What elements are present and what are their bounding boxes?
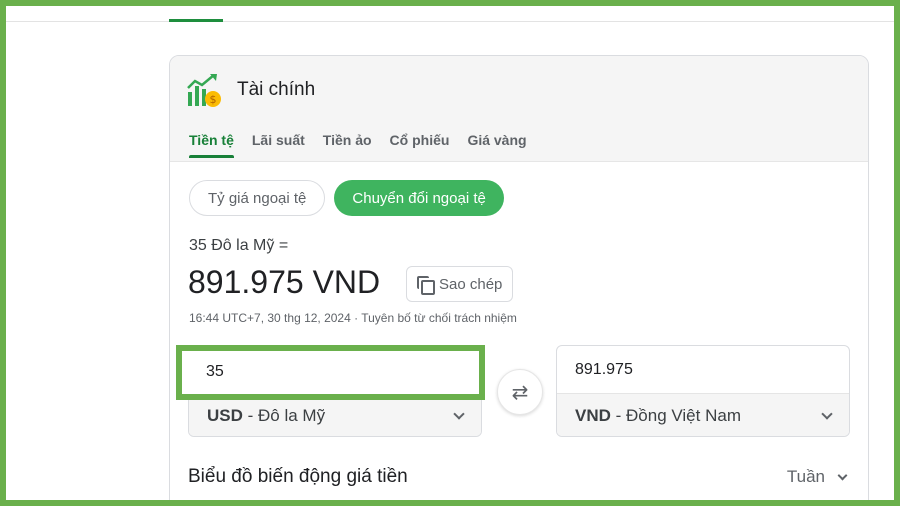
to-currency-box: 891.975 VND - Đồng Việt Nam (556, 345, 850, 437)
tab-currency[interactable]: Tiền tệ (189, 132, 234, 158)
tab-stocks[interactable]: Cổ phiếu (390, 132, 450, 158)
to-currency-select[interactable]: VND - Đồng Việt Nam (557, 394, 849, 436)
from-currency-code: USD (207, 406, 243, 425)
to-currency-code: VND (575, 406, 611, 425)
chevron-down-icon (837, 470, 848, 480)
exchange-rate-chip[interactable]: Tỷ giá ngoại tệ (189, 180, 326, 216)
swap-currencies-button[interactable]: ⇄ (497, 369, 543, 415)
from-currency-select[interactable]: USD - Đô la Mỹ (189, 394, 481, 436)
from-amount-value: 35 (206, 363, 224, 380)
from-amount-input[interactable]: 35 (176, 345, 485, 400)
tab-gold-price[interactable]: Giá vàng (467, 132, 526, 158)
finance-tabs: Tiền tệ Lãi suất Tiền ảo Cổ phiếu Giá và… (189, 132, 527, 158)
finance-chart-icon: $ (187, 74, 221, 107)
to-currency-text: VND - Đồng Việt Nam (575, 406, 741, 426)
top-tab-strip (6, 6, 894, 22)
rate-timestamp: 16:44 UTC+7, 30 thg 12, 2024 · Tuyên bố … (189, 311, 517, 325)
tab-interest-rate[interactable]: Lãi suất (252, 132, 305, 158)
conversion-result: 891.975 VND (188, 264, 381, 300)
conversion-label: 35 Đô la Mỹ = (189, 237, 289, 254)
copy-button[interactable]: Sao chép (406, 266, 514, 302)
to-currency-name: - Đồng Việt Nam (610, 406, 741, 425)
chevron-down-icon (821, 408, 833, 420)
swap-icon: ⇄ (511, 381, 529, 404)
mode-chips: Tỷ giá ngoại tệ Chuyển đổi ngoại tệ (189, 180, 504, 216)
from-currency-text: USD - Đô la Mỹ (207, 406, 325, 426)
copy-icon (417, 276, 435, 295)
finance-card: $ Tài chính Tiền tệ Lãi suất Tiền ảo Cổ … (169, 55, 869, 506)
tab-crypto[interactable]: Tiền ảo (323, 132, 372, 158)
chart-range-select[interactable]: Tuần (786, 467, 848, 487)
copy-button-label: Sao chép (439, 275, 503, 293)
svg-text:$: $ (210, 93, 217, 106)
card-title: Tài chính (237, 79, 316, 100)
currency-convert-chip[interactable]: Chuyển đổi ngoại tệ (334, 180, 504, 216)
card-header: $ Tài chính Tiền tệ Lãi suất Tiền ảo Cổ … (170, 56, 868, 162)
chart-range-label: Tuần (786, 467, 825, 486)
from-currency-name: - Đô la Mỹ (242, 406, 326, 425)
to-amount-input[interactable]: 891.975 (557, 346, 849, 394)
chevron-down-icon (453, 408, 465, 420)
chart-section-title: Biểu đồ biến động giá tiền (188, 466, 408, 487)
active-tab-underline (169, 19, 223, 22)
